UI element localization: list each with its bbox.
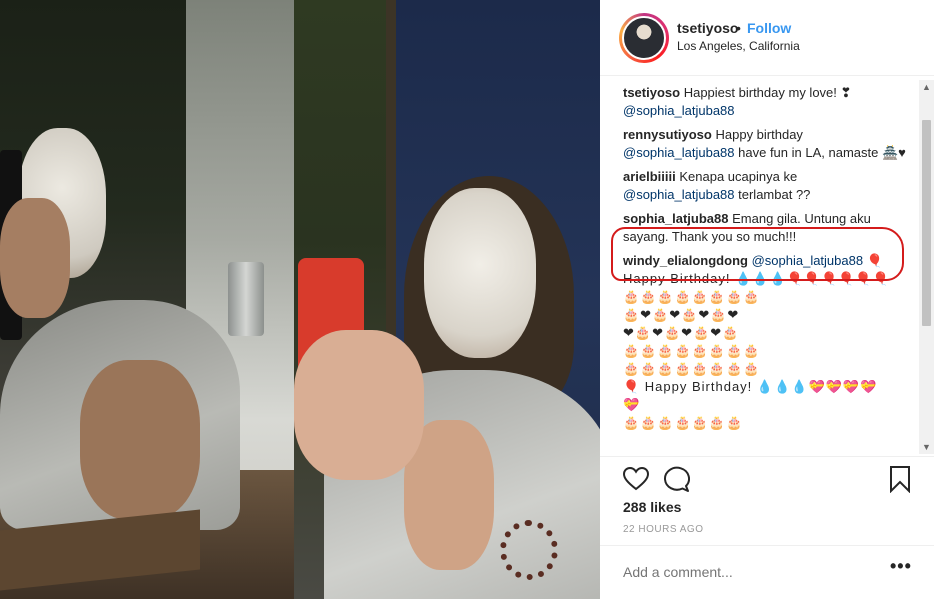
scroll-down-arrow-icon[interactable]: ▼ [922, 442, 931, 452]
comment-username[interactable]: windy_elialongdong [623, 253, 748, 268]
avatar[interactable] [622, 16, 666, 60]
photo-man-hand [0, 198, 70, 318]
post-actions [600, 456, 934, 500]
comment-emoji-line: ❤🎂❤🎂❤🎂❤🎂 [623, 325, 740, 340]
photo-bracelet [500, 520, 558, 580]
post-username[interactable]: tsetiyoso [677, 20, 738, 36]
comment-icon[interactable] [662, 465, 690, 493]
comment-emoji-line: 💝 [623, 397, 641, 412]
comment-mention[interactable]: @sophia_latjuba88 [623, 187, 735, 202]
comment-emoji-line: 🎂🎂🎂🎂🎂🎂🎂🎂 [623, 361, 761, 376]
comment-item: tsetiyoso Happiest birthday my love! ❣ @… [623, 84, 913, 120]
comment-emoji-line: Happy Birthday! 💧💧💧🎈🎈🎈🎈🎈🎈 [623, 271, 890, 286]
comment-text: Happiest birthday my love! ❣ [683, 85, 852, 100]
comment-item: rennysutiyoso Happy birthday @sophia_lat… [623, 126, 913, 162]
scroll-up-arrow-icon[interactable]: ▲ [922, 82, 931, 92]
likes-count[interactable]: 288 likes [623, 499, 681, 515]
comment-text-after: 🎈 [866, 253, 883, 268]
photo-left-panel [0, 0, 294, 599]
add-comment-input[interactable] [623, 564, 863, 580]
post-header: tsetiyoso • Follow Los Angeles, Californ… [600, 0, 934, 76]
comment-text: Happy birthday [715, 127, 803, 142]
follow-button[interactable]: Follow [747, 20, 791, 36]
comment-mention[interactable]: @sophia_latjuba88 [623, 103, 735, 118]
comment-emoji-line: 🎂🎂🎂🎂🎂🎂🎂 [623, 415, 744, 430]
photo-woman-hand [294, 330, 424, 480]
comment-username[interactable]: rennysutiyoso [623, 127, 712, 142]
post-timestamp[interactable]: 22 HOURS AGO [623, 524, 703, 535]
comment-username[interactable]: tsetiyoso [623, 85, 680, 100]
photo-right-panel [294, 0, 600, 599]
more-options-icon[interactable]: ••• [890, 556, 912, 577]
post-photo[interactable] [0, 0, 600, 599]
comment-emoji-line: 🎂🎂🎂🎂🎂🎂🎂🎂 [623, 343, 761, 358]
comment-text: Kenapa ucapinya ke [679, 169, 798, 184]
post-side-panel: tsetiyoso • Follow Los Angeles, Californ… [600, 0, 934, 599]
photo-trash-can [228, 262, 264, 336]
comment-text-after: terlambat ?? [738, 187, 811, 202]
comment-item: arielbiiiii Kenapa ucapinya ke @sophia_l… [623, 168, 913, 204]
add-comment-bar: ••• [600, 545, 934, 599]
comment-username[interactable]: arielbiiiii [623, 169, 676, 184]
comment-text-after: have fun in LA, namaste 🏯♥ [738, 145, 906, 160]
bookmark-icon[interactable] [886, 465, 914, 493]
post-location[interactable]: Los Angeles, California [677, 39, 800, 53]
heart-icon[interactable] [622, 465, 650, 493]
comment-item: windy_elialongdong @sophia_latjuba88 🎈 H… [623, 252, 913, 432]
avatar-story-ring[interactable] [619, 13, 669, 63]
comment-emoji-line: 🎈 Happy Birthday! 💧💧💧💝💝💝💝 [623, 379, 878, 394]
photo-man-arm [80, 360, 200, 520]
comments-list[interactable]: tsetiyoso Happiest birthday my love! ❣ @… [623, 84, 913, 454]
comment-emoji-line: 🎂🎂🎂🎂🎂🎂🎂🎂 [623, 289, 761, 304]
comment-mention[interactable]: @sophia_latjuba88 [752, 253, 864, 268]
comment-emoji-line: 🎂❤🎂❤🎂❤🎂❤ [623, 307, 740, 322]
comment-username[interactable]: sophia_latjuba88 [623, 211, 728, 226]
comments-scrollbar[interactable]: ▲ ▼ [919, 80, 934, 454]
photo-woman-face [424, 188, 536, 358]
header-separator: • [736, 20, 741, 36]
comment-item-highlighted: sophia_latjuba88 Emang gila. Untung aku … [623, 210, 913, 246]
comment-mention[interactable]: @sophia_latjuba88 [623, 145, 735, 160]
scrollbar-thumb[interactable] [922, 120, 931, 326]
